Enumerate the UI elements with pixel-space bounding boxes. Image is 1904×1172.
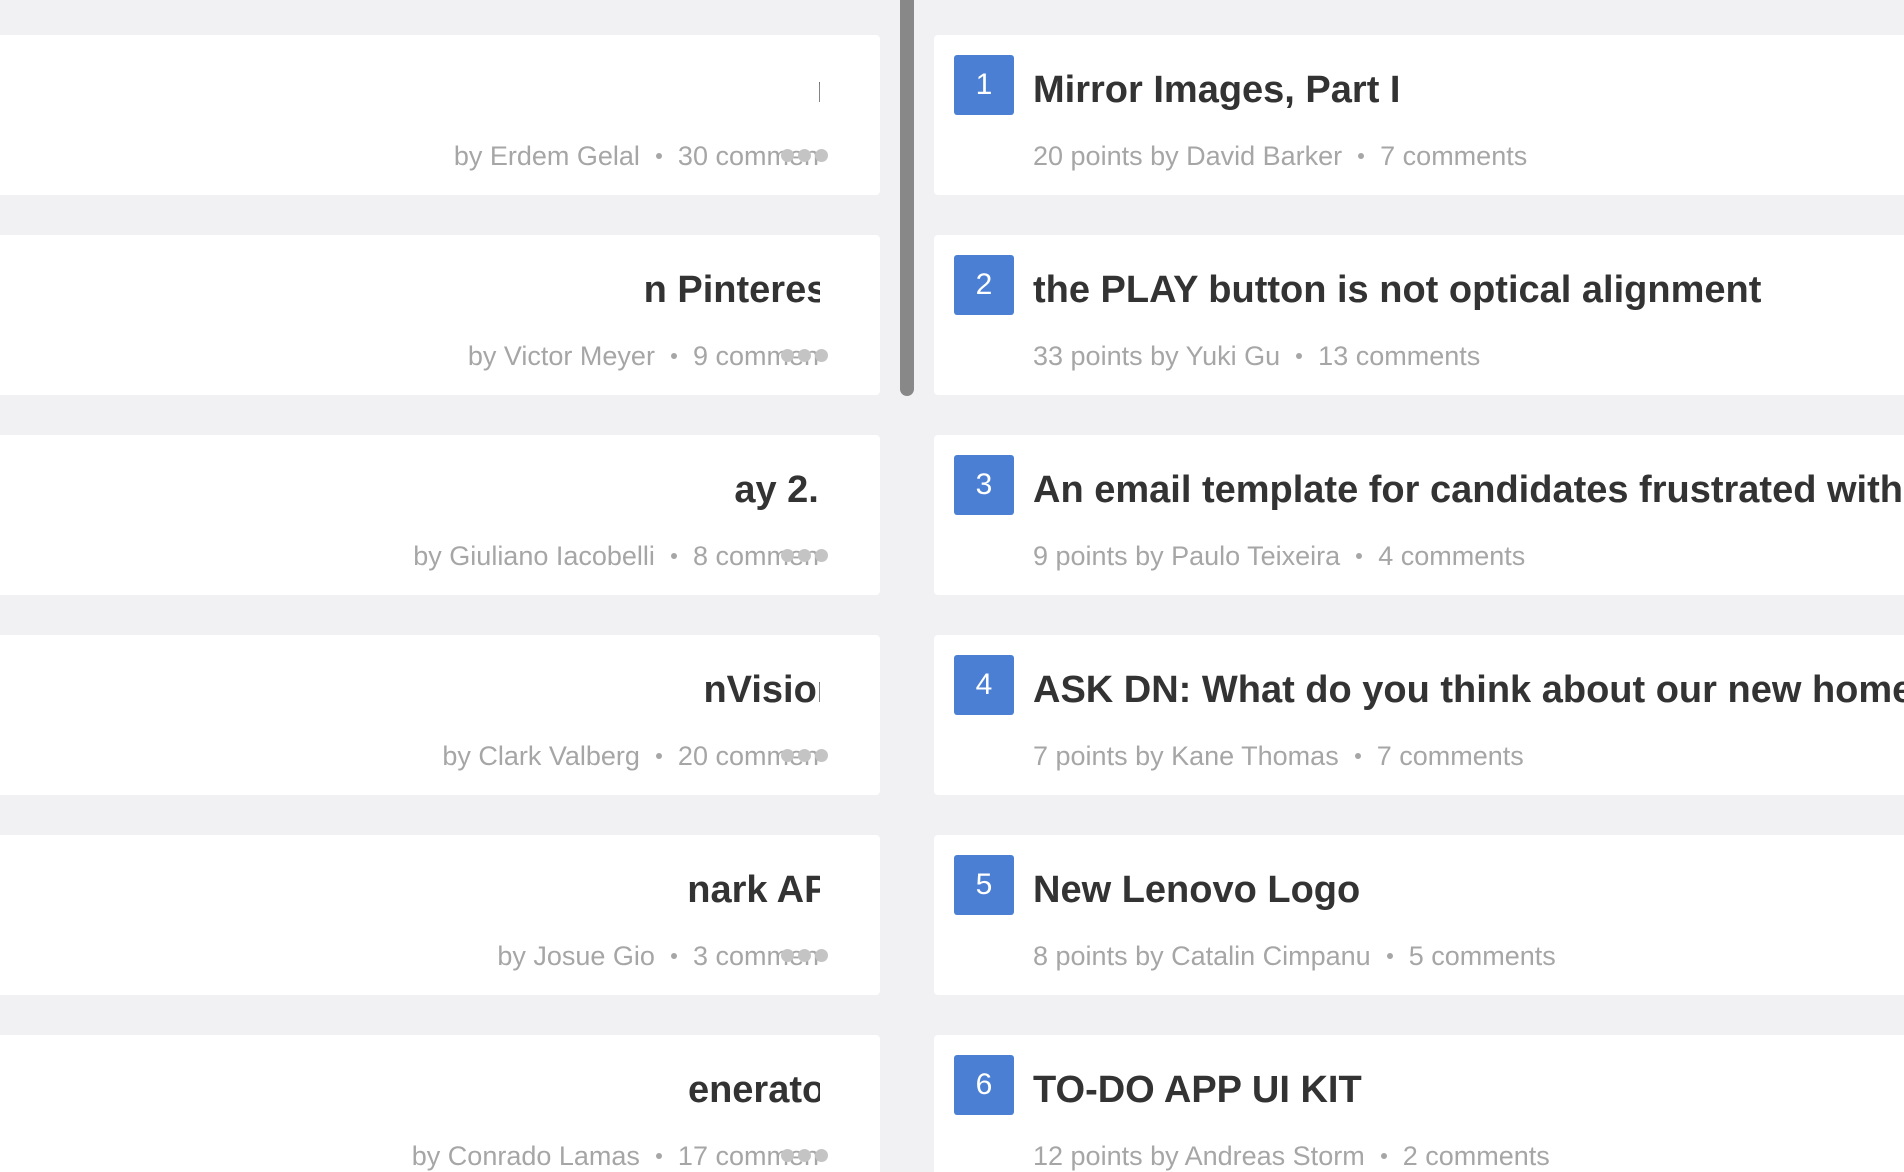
separator-dot	[655, 152, 662, 159]
story-comments-link[interactable]: 13 comments	[1318, 341, 1480, 371]
story-author[interactable]: 9 points by Paulo Teixeira	[1033, 541, 1340, 571]
more-options-icon[interactable]	[781, 741, 828, 769]
more-options-icon[interactable]	[781, 141, 828, 169]
story-title[interactable]: ay 2.0	[734, 469, 820, 512]
story-meta: 8 points by Catalin Cimpanu 5 comments	[1033, 941, 1556, 972]
story-card[interactable]: ay 2.0 by Giuliano Iacobelli8 comments	[0, 435, 880, 595]
story-author[interactable]: by Josue Gio	[497, 941, 655, 971]
story-author[interactable]: 12 points by Andreas Storm	[1033, 1141, 1365, 1171]
story-title[interactable]: nVision	[703, 669, 820, 712]
story-title[interactable]: n Pinterest	[644, 269, 820, 312]
story-card[interactable]: 6 TO-DO APP UI KIT 12 points by Andreas …	[934, 1035, 1904, 1172]
story-comments-link[interactable]: 7 comments	[1380, 141, 1527, 171]
separator-dot	[1380, 1152, 1387, 1159]
rank-badge: 4	[954, 655, 1014, 715]
story-title[interactable]: n	[817, 69, 820, 112]
story-author[interactable]: by Erdem Gelal	[454, 141, 640, 171]
story-title[interactable]: Mirror Images, Part I	[1033, 69, 1400, 112]
story-author[interactable]: by Clark Valberg	[442, 741, 640, 771]
separator-dot	[655, 752, 662, 759]
more-options-icon[interactable]	[781, 1141, 828, 1169]
rank-badge: 5	[954, 855, 1014, 915]
more-options-icon[interactable]	[781, 341, 828, 369]
story-meta: 9 points by Paulo Teixeira 4 comments	[1033, 541, 1525, 572]
story-card[interactable]: 1 Mirror Images, Part I 20 points by Dav…	[934, 35, 1904, 195]
rank-badge: 1	[954, 55, 1014, 115]
rank-badge: 3	[954, 455, 1014, 515]
separator-dot	[1358, 152, 1365, 159]
left-news-column: n by Erdem Gelal30 comments n Pinterest …	[0, 0, 880, 1172]
story-card[interactable]: n by Erdem Gelal30 comments	[0, 35, 880, 195]
scrollbar-thumb[interactable]	[900, 0, 914, 396]
story-meta: 12 points by Andreas Storm 2 comments	[1033, 1141, 1550, 1172]
story-card[interactable]: 2 the PLAY button is not optical alignme…	[934, 235, 1904, 395]
story-meta: by Josue Gio3 comments	[497, 941, 820, 972]
story-title[interactable]: nark API	[687, 869, 820, 912]
story-title[interactable]: TO-DO APP UI KIT	[1033, 1069, 1362, 1112]
rank-badge: 6	[954, 1055, 1014, 1115]
story-meta: by Victor Meyer9 comments	[468, 341, 820, 372]
more-options-icon[interactable]	[781, 541, 828, 569]
separator-dot	[1354, 752, 1361, 759]
story-card[interactable]: 5 New Lenovo Logo 8 points by Catalin Ci…	[934, 835, 1904, 995]
story-title[interactable]: ASK DN: What do you think about our new …	[1033, 669, 1904, 712]
story-card[interactable]: n Pinterest by Victor Meyer9 comments	[0, 235, 880, 395]
story-meta: 20 points by David Barker 7 comments	[1033, 141, 1527, 172]
separator-dot	[1296, 352, 1303, 359]
story-meta: by Conrado Lamas17 comments	[412, 1141, 820, 1172]
story-author[interactable]: 7 points by Kane Thomas	[1033, 741, 1339, 771]
story-comments-link[interactable]: 2 comments	[1403, 1141, 1550, 1171]
story-card[interactable]: 4 ASK DN: What do you think about our ne…	[934, 635, 1904, 795]
story-author[interactable]: by Conrado Lamas	[412, 1141, 640, 1171]
story-card[interactable]: enerator by Conrado Lamas17 comments	[0, 1035, 880, 1172]
story-author[interactable]: by Victor Meyer	[468, 341, 655, 371]
story-meta: by Erdem Gelal30 comments	[454, 141, 820, 172]
story-meta: by Clark Valberg20 comments	[442, 741, 820, 772]
story-meta: 7 points by Kane Thomas 7 comments	[1033, 741, 1524, 772]
separator-dot	[655, 1152, 662, 1159]
separator-dot	[1356, 552, 1363, 559]
story-author[interactable]: by Giuliano Iacobelli	[413, 541, 655, 571]
story-comments-link[interactable]: 7 comments	[1377, 741, 1524, 771]
story-card[interactable]: nark API by Josue Gio3 comments	[0, 835, 880, 995]
story-comments-link[interactable]: 4 comments	[1378, 541, 1525, 571]
story-author[interactable]: 33 points by Yuki Gu	[1033, 341, 1280, 371]
separator-dot	[670, 352, 677, 359]
more-options-icon[interactable]	[781, 941, 828, 969]
story-meta: 33 points by Yuki Gu 13 comments	[1033, 341, 1480, 372]
separator-dot	[670, 952, 677, 959]
story-title[interactable]: enerator	[688, 1069, 820, 1112]
story-title[interactable]: New Lenovo Logo	[1033, 869, 1360, 912]
story-meta: by Giuliano Iacobelli8 comments	[413, 541, 820, 572]
story-author[interactable]: 8 points by Catalin Cimpanu	[1033, 941, 1371, 971]
right-news-column: 1 Mirror Images, Part I 20 points by Dav…	[934, 0, 1904, 1172]
story-card[interactable]: 3 An email template for candidates frust…	[934, 435, 1904, 595]
story-author[interactable]: 20 points by David Barker	[1033, 141, 1342, 171]
story-card[interactable]: nVision by Clark Valberg20 comments	[0, 635, 880, 795]
story-title[interactable]: An email template for candidates frustra…	[1033, 469, 1903, 512]
separator-dot	[1386, 952, 1393, 959]
separator-dot	[670, 552, 677, 559]
rank-badge: 2	[954, 255, 1014, 315]
story-title[interactable]: the PLAY button is not optical alignment	[1033, 269, 1761, 312]
story-comments-link[interactable]: 5 comments	[1409, 941, 1556, 971]
